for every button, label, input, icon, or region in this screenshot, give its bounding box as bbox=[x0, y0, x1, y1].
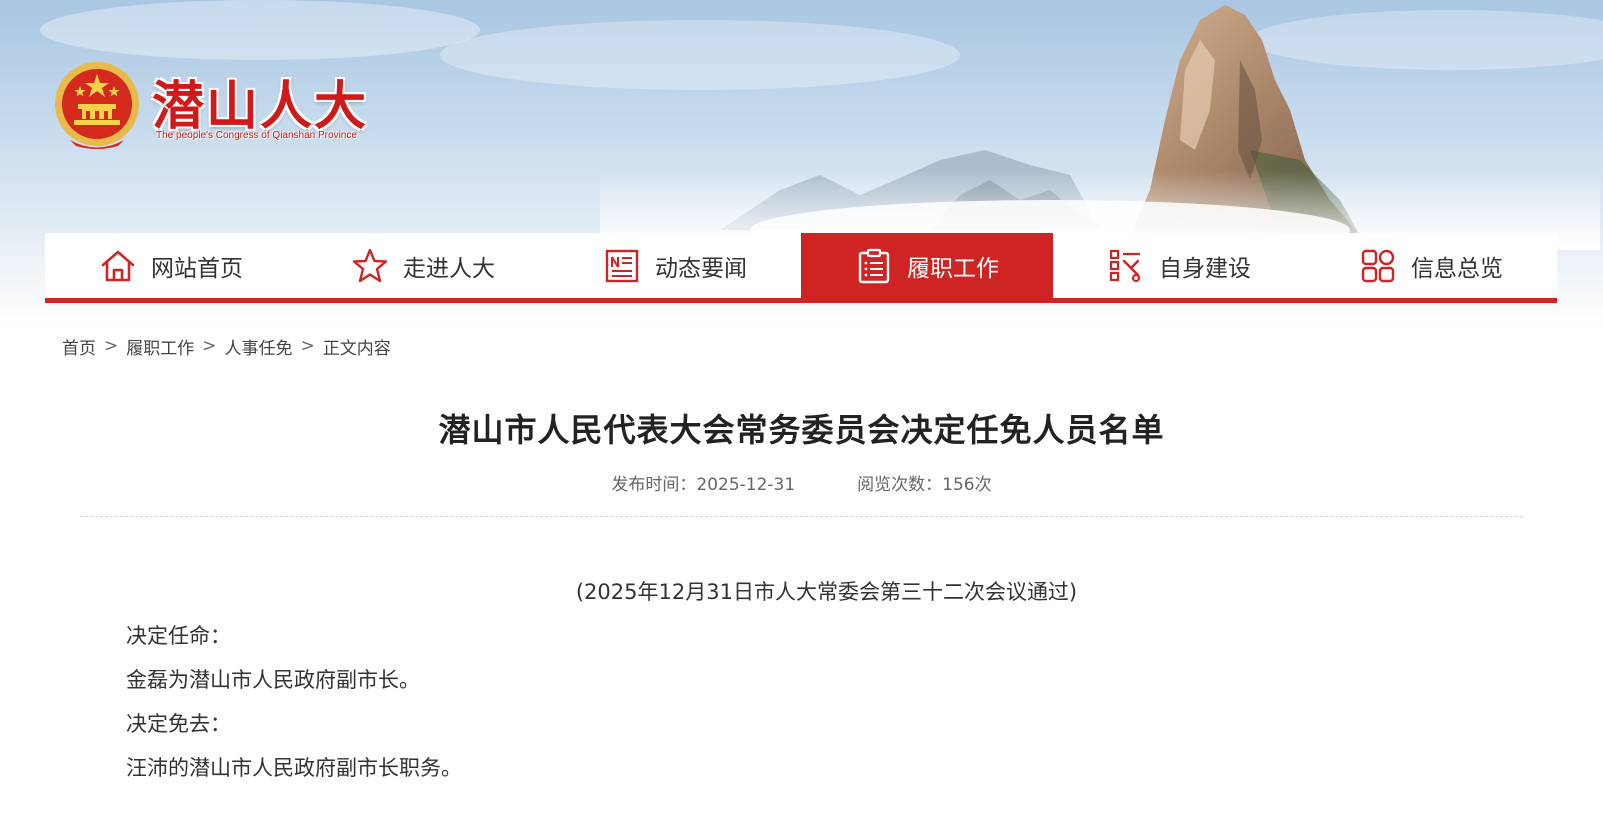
site-title: 潜山人大 bbox=[152, 76, 369, 137]
removal-item: 汪沛的潜山市人民政府副市长职务。 bbox=[126, 756, 462, 780]
nav-item-home[interactable]: 网站首页 bbox=[45, 233, 297, 298]
meeting-note: (2025年12月31日市人大常委会第三十二次会议通过) bbox=[575, 580, 1078, 604]
clipboard-icon bbox=[858, 248, 890, 283]
nav-label: 网站首页 bbox=[151, 255, 243, 282]
main-nav: 网站首页 走进人大 动态要闻 履职工作 自身建设 信息总览 bbox=[45, 233, 1557, 303]
national-emblem-icon bbox=[55, 62, 139, 149]
build-icon bbox=[1109, 249, 1141, 282]
nav-label: 动态要闻 bbox=[655, 255, 747, 282]
breadcrumb-separator: > bbox=[104, 336, 119, 356]
breadcrumb-separator: > bbox=[202, 336, 217, 356]
news-icon bbox=[605, 249, 639, 282]
divider bbox=[80, 516, 1523, 517]
nav-item-news[interactable]: 动态要闻 bbox=[549, 233, 801, 298]
publish-date: 发布时间：2025-12-31 bbox=[611, 475, 796, 495]
article-content: (2025年12月31日市人大常委会第三十二次会议通过) 决定任命： 金磊为潜山… bbox=[0, 570, 1603, 790]
home-icon bbox=[101, 250, 135, 281]
article-title: 潜山市人民代表大会常务委员会决定任免人员名单 bbox=[438, 411, 1165, 449]
site-subtitle: The people's Congress of Qianshan Provin… bbox=[156, 130, 357, 141]
breadcrumb-duties-link[interactable]: 履职工作 bbox=[126, 334, 194, 359]
breadcrumb: 首页 > 履职工作 > 人事任免 > 正文内容 bbox=[62, 334, 391, 359]
article-meta: 发布时间：2025-12-31 阅览次数：156次 bbox=[0, 470, 1603, 495]
view-count: 阅览次数：156次 bbox=[857, 475, 992, 495]
nav-item-info-overview[interactable]: 信息总览 bbox=[1305, 233, 1557, 298]
grid-icon bbox=[1361, 249, 1395, 282]
star-icon bbox=[352, 248, 388, 282]
breadcrumb-separator: > bbox=[300, 336, 315, 356]
appointment-item: 金磊为潜山市人民政府副市长。 bbox=[126, 668, 420, 692]
nav-label: 履职工作 bbox=[907, 255, 999, 282]
site-logo[interactable]: 潜山人大 The people's Congress of Qianshan P… bbox=[52, 60, 412, 160]
appointment-heading: 决定任命： bbox=[126, 624, 231, 648]
breadcrumb-personnel-link[interactable]: 人事任免 bbox=[225, 334, 293, 359]
breadcrumb-current: 正文内容 bbox=[322, 338, 391, 359]
nav-item-self-building[interactable]: 自身建设 bbox=[1053, 233, 1305, 298]
nav-label: 走进人大 bbox=[403, 255, 495, 282]
nav-item-duties[interactable]: 履职工作 bbox=[801, 233, 1053, 298]
removal-heading: 决定免去： bbox=[126, 712, 231, 736]
nav-item-about[interactable]: 走进人大 bbox=[297, 233, 549, 298]
nav-label: 自身建设 bbox=[1159, 255, 1251, 282]
nav-label: 信息总览 bbox=[1411, 255, 1503, 282]
breadcrumb-home-link[interactable]: 首页 bbox=[62, 334, 96, 359]
